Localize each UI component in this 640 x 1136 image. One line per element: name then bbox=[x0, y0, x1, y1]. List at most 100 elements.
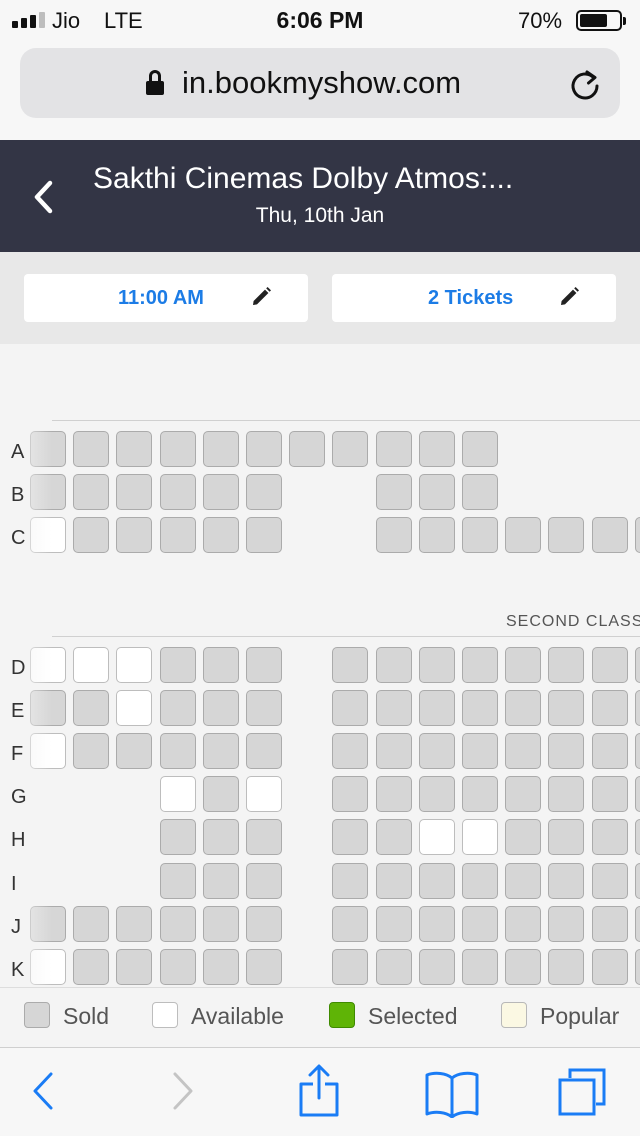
seat-sold bbox=[418, 690, 455, 727]
tickets-label: 2 Tickets bbox=[428, 287, 514, 309]
seat-sold bbox=[202, 431, 239, 467]
seat-sold bbox=[332, 647, 369, 683]
seat-sold bbox=[375, 905, 412, 942]
seat-sold bbox=[591, 905, 628, 942]
seat-sold bbox=[548, 690, 585, 727]
seat-sold bbox=[375, 431, 412, 467]
selector-strip: 11:00 AM 2 Tickets bbox=[0, 252, 640, 344]
seat-sold bbox=[634, 819, 640, 856]
seat-sold bbox=[246, 819, 282, 856]
bookmarks-icon[interactable] bbox=[424, 1070, 480, 1118]
share-icon[interactable] bbox=[298, 1064, 340, 1118]
forward-icon bbox=[173, 1072, 193, 1110]
section-divider bbox=[52, 636, 640, 637]
seat-sold bbox=[332, 776, 369, 813]
seat-sold bbox=[548, 862, 585, 899]
seat-sold bbox=[202, 905, 239, 942]
seat-sold bbox=[418, 474, 455, 510]
seat-available[interactable] bbox=[462, 819, 498, 856]
seat-sold bbox=[418, 517, 455, 553]
seat-sold bbox=[375, 690, 412, 727]
showtime-selector[interactable]: 11:00 AM bbox=[24, 274, 308, 322]
seat-sold bbox=[375, 517, 412, 553]
seat-sold bbox=[73, 690, 110, 727]
seat-sold bbox=[634, 948, 640, 985]
seat-sold bbox=[418, 862, 455, 899]
seat-sold bbox=[202, 948, 239, 985]
seat-sold bbox=[73, 474, 110, 510]
seat-sold bbox=[375, 474, 412, 510]
seat-available[interactable] bbox=[73, 647, 110, 683]
seat-sold bbox=[246, 862, 282, 899]
seat-sold bbox=[634, 862, 640, 899]
seat-sold bbox=[375, 776, 412, 813]
legend-label-selected: Selected bbox=[368, 1003, 458, 1029]
back-icon[interactable] bbox=[30, 1070, 56, 1112]
seat-sold bbox=[548, 819, 585, 856]
seat-sold bbox=[591, 690, 628, 727]
seat-sold bbox=[634, 647, 640, 683]
seat-sold bbox=[159, 647, 196, 683]
seat-sold bbox=[332, 690, 369, 727]
seat-sold bbox=[159, 517, 196, 553]
seat-available[interactable] bbox=[418, 819, 455, 856]
seat-sold bbox=[591, 776, 628, 813]
tickets-selector[interactable]: 2 Tickets bbox=[332, 274, 616, 322]
seat-sold bbox=[332, 819, 369, 856]
seat-sold bbox=[246, 517, 282, 553]
browser-top-bar: in.bookmyshow.com bbox=[0, 40, 640, 140]
seat-sold bbox=[462, 474, 498, 510]
seat-sold bbox=[505, 690, 542, 727]
seat-available[interactable] bbox=[116, 647, 153, 683]
seat-sold bbox=[246, 733, 282, 770]
seat-sold bbox=[202, 517, 239, 553]
tabs-icon[interactable] bbox=[556, 1066, 608, 1118]
seat-available[interactable] bbox=[116, 690, 153, 727]
seat-sold bbox=[73, 517, 110, 553]
seat-sold bbox=[591, 517, 628, 553]
show-date: Thu, 10th Jan bbox=[255, 204, 385, 227]
seat-sold bbox=[332, 948, 369, 985]
seat-sold bbox=[375, 733, 412, 770]
seat-sold bbox=[548, 733, 585, 770]
seat-sold bbox=[159, 431, 196, 467]
seat-sold bbox=[548, 948, 585, 985]
seat-sold bbox=[116, 948, 153, 985]
seat-sold bbox=[375, 862, 412, 899]
seat-available[interactable] bbox=[159, 776, 196, 813]
seat-sold bbox=[634, 733, 640, 770]
seat-sold bbox=[375, 948, 412, 985]
seat-sold bbox=[418, 776, 455, 813]
seat-sold bbox=[332, 431, 369, 467]
seat-sold bbox=[634, 517, 640, 553]
seat-sold bbox=[505, 948, 542, 985]
seat-sold bbox=[548, 905, 585, 942]
seat-sold bbox=[591, 647, 628, 683]
seat-sold bbox=[332, 905, 369, 942]
status-bar: Jio LTE 6:06 PM 70% bbox=[0, 0, 640, 40]
seat-sold bbox=[505, 905, 542, 942]
address-bar[interactable]: in.bookmyshow.com bbox=[20, 48, 620, 118]
lock-icon bbox=[146, 70, 164, 96]
seat-sold bbox=[418, 431, 455, 467]
seat-sold bbox=[634, 776, 640, 813]
reload-icon[interactable] bbox=[568, 68, 602, 102]
seat-sold bbox=[159, 948, 196, 985]
seat-sold bbox=[505, 776, 542, 813]
seat-sold bbox=[202, 474, 239, 510]
seat-sold bbox=[116, 905, 153, 942]
pencil-icon bbox=[561, 287, 579, 305]
seat-map[interactable]: SECOND CLASS ABCDEFGHIJK bbox=[0, 344, 640, 987]
seat-sold bbox=[505, 647, 542, 683]
seat-sold bbox=[159, 862, 196, 899]
seat-sold bbox=[548, 776, 585, 813]
seat-sold bbox=[202, 647, 239, 683]
seat-sold bbox=[462, 776, 498, 813]
seat-sold bbox=[591, 819, 628, 856]
seat-sold bbox=[548, 647, 585, 683]
seat-sold bbox=[202, 733, 239, 770]
seat-available[interactable] bbox=[246, 776, 282, 813]
seat-sold bbox=[332, 733, 369, 770]
seat-sold bbox=[289, 431, 326, 467]
legend-swatch-available bbox=[152, 1002, 178, 1028]
